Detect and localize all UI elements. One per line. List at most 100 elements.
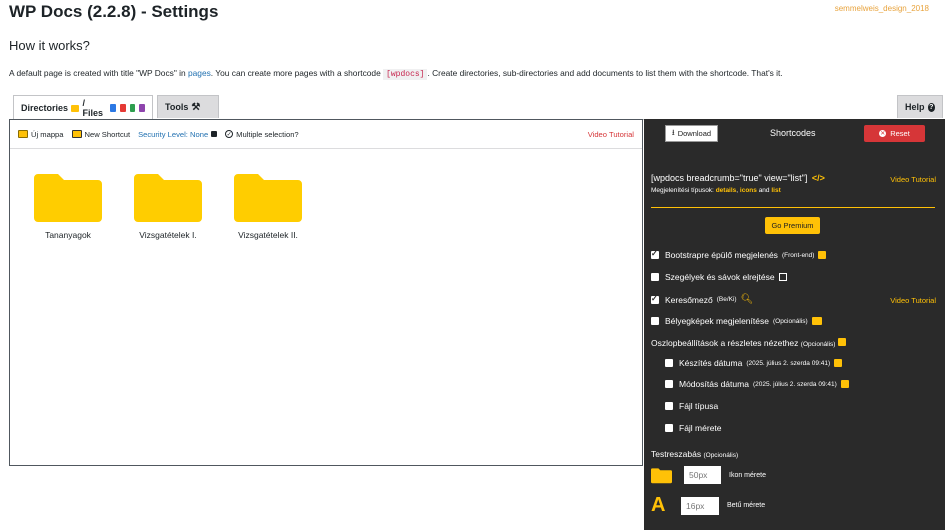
new-shortcut-button[interactable]: New Shortcut	[71, 129, 131, 139]
new-shortcut-label: New Shortcut	[84, 129, 131, 139]
font-size-input[interactable]: 16px	[681, 496, 719, 515]
column-file-type[interactable]: Fájl típusa	[665, 401, 718, 411]
column-label: Készítés dátuma	[679, 358, 743, 368]
column-modified[interactable]: Módosítás dátuma (2025. július 2. szerda…	[665, 379, 849, 389]
search-icon: 🔍︎	[740, 294, 754, 305]
shortcodes-panel: ⭳ Download Shortcodes ✕ Reset [wpdocs br…	[644, 119, 945, 530]
intro-text: A default page is created with title "WP…	[9, 68, 783, 80]
security-level-label: Security Level: None	[138, 129, 209, 139]
pages-link[interactable]: pages	[188, 68, 211, 78]
option-checkbox[interactable]	[651, 249, 659, 259]
column-created[interactable]: Készítés dátuma (2025. július 2. szerda …	[665, 358, 843, 368]
file-explorer: Új mappa New Shortcut Security Level: No…	[9, 119, 643, 466]
tab-tools[interactable]: Tools ⚒	[157, 95, 219, 118]
type-icons[interactable]: icons	[740, 187, 757, 194]
go-premium-button[interactable]: Go Premium	[765, 217, 820, 234]
border-icon	[778, 273, 787, 281]
security-level-link[interactable]: Security Level: None	[138, 129, 218, 139]
help-icon: ?	[927, 102, 935, 112]
customize-label: Testreszabás	[651, 449, 702, 459]
tab-help[interactable]: Help ?	[897, 95, 943, 118]
option-bootstrap[interactable]: Bootstrapre épülő megjelenés (Front-end)	[651, 249, 827, 260]
video-tutorial-link-2[interactable]: Video Tutorial	[890, 296, 936, 305]
option-hide-borders[interactable]: Szegélyek és sávok elrejtése	[651, 272, 787, 282]
option-search[interactable]: Keresőmező (Be/Ki) 🔍︎	[651, 294, 753, 305]
folder-grid: Tananyagok Vizsgatételek I. Vizsgatétele…	[18, 170, 318, 240]
icon-size-row: 50px Ikon mérete	[651, 466, 766, 484]
reset-label: Reset	[890, 129, 910, 138]
video-tutorial-link-1[interactable]: Video Tutorial	[890, 175, 936, 184]
option-note: (Be/Ki)	[716, 296, 737, 303]
folder-icon	[134, 174, 202, 222]
shortcode-output[interactable]: [wpdocs breadcrumb="true" view="list"] <…	[651, 173, 825, 183]
lock-icon	[211, 131, 218, 137]
option-label: Keresőmező	[665, 294, 713, 305]
code-icon: </>	[811, 173, 825, 183]
shortcodes-title: Shortcodes	[770, 128, 816, 138]
option-checkbox[interactable]	[651, 317, 659, 325]
folder-item[interactable]: Vizsgatételek II.	[218, 170, 318, 240]
font-size-row: A 16px Betű mérete	[651, 494, 765, 517]
option-checkbox[interactable]	[651, 294, 659, 304]
option-label: Szegélyek és sávok elrejtése	[665, 272, 775, 282]
customize-note: (Opcionális)	[703, 452, 739, 459]
icon-size-label: Ikon mérete	[729, 471, 766, 479]
option-thumbnails[interactable]: Bélyegképek megjelenítése (Opcionális)	[651, 316, 822, 326]
video-tutorial-link[interactable]: Video Tutorial	[588, 130, 634, 139]
media-file-icon	[139, 104, 146, 112]
multiple-selection-label: Multiple selection?	[236, 129, 299, 139]
option-label: Bootstrapre épülő megjelenés	[665, 250, 778, 260]
option-checkbox[interactable]	[665, 424, 673, 432]
download-button[interactable]: ⭳ Download	[665, 125, 718, 142]
tab-directories[interactable]: Directories / Files	[13, 95, 153, 120]
shortcode-text: [wpdocs breadcrumb="true" view="list"]	[651, 173, 808, 183]
font-size-label: Betű mérete	[727, 502, 766, 509]
section-subtitle: How it works?	[9, 38, 90, 53]
option-checkbox[interactable]	[665, 402, 673, 410]
new-folder-icon	[18, 130, 28, 138]
column-file-size[interactable]: Fájl mérete	[665, 423, 722, 433]
tab-files-label: / Files	[82, 98, 103, 118]
icon-size-input[interactable]: 50px	[684, 466, 721, 484]
folder-name: Vizsgatételek I.	[139, 230, 197, 240]
tab-tools-label: Tools	[165, 102, 189, 112]
column-label: Fájl mérete	[679, 423, 722, 433]
types-and: and	[756, 187, 772, 194]
folder-item[interactable]: Vizsgatételek I.	[118, 170, 218, 240]
folder-icon	[71, 104, 80, 112]
download-icon: ⭳	[671, 127, 675, 137]
column-label: Fájl típusa	[679, 401, 719, 411]
type-details[interactable]: details	[716, 187, 737, 194]
intro-part: A default page is created with title "WP…	[9, 68, 188, 78]
column-note: (2025. július 2. szerda 09:41)	[746, 359, 831, 367]
intro-part: . Create directories, sub-directories an…	[427, 68, 783, 78]
option-note: (Opcionális)	[772, 317, 808, 325]
column-label: Módosítás dátuma	[679, 379, 749, 389]
column-note: (2025. július 2. szerda 09:41)	[752, 380, 837, 388]
close-circle-icon: ✕	[879, 130, 887, 137]
types-label: Megjelenítési típusok:	[651, 187, 714, 194]
option-checkbox[interactable]	[665, 359, 673, 367]
multiple-selection-toggle[interactable]: ✓ Multiple selection?	[225, 129, 299, 139]
calendar-icon	[840, 380, 849, 388]
columns-label: Oszlopbeállítások a részletes nézethez	[651, 338, 799, 348]
option-note: (Front-end)	[781, 251, 815, 259]
option-checkbox[interactable]	[651, 273, 659, 281]
download-label: Download	[677, 129, 712, 138]
folder-icon	[651, 467, 672, 483]
new-folder-button[interactable]: Új mappa	[18, 130, 64, 139]
folder-item[interactable]: Tananyagok	[18, 170, 118, 240]
bootstrap-icon	[818, 251, 827, 259]
columns-heading: Oszlopbeállítások a részletes nézethez (…	[651, 338, 846, 348]
option-checkbox[interactable]	[665, 380, 673, 388]
image-icon	[811, 317, 822, 325]
pdf-file-icon	[120, 104, 126, 112]
page-title: WP Docs (2.2.8) - Settings	[9, 2, 219, 21]
calendar-icon	[834, 359, 843, 367]
explorer-toolbar: Új mappa New Shortcut Security Level: No…	[10, 120, 642, 149]
font-letter-icon: A	[651, 494, 666, 516]
xls-file-icon	[129, 104, 136, 112]
intro-part: . You can create more pages with a short…	[210, 68, 384, 78]
type-list[interactable]: list	[771, 187, 780, 194]
reset-button[interactable]: ✕ Reset	[864, 125, 925, 142]
